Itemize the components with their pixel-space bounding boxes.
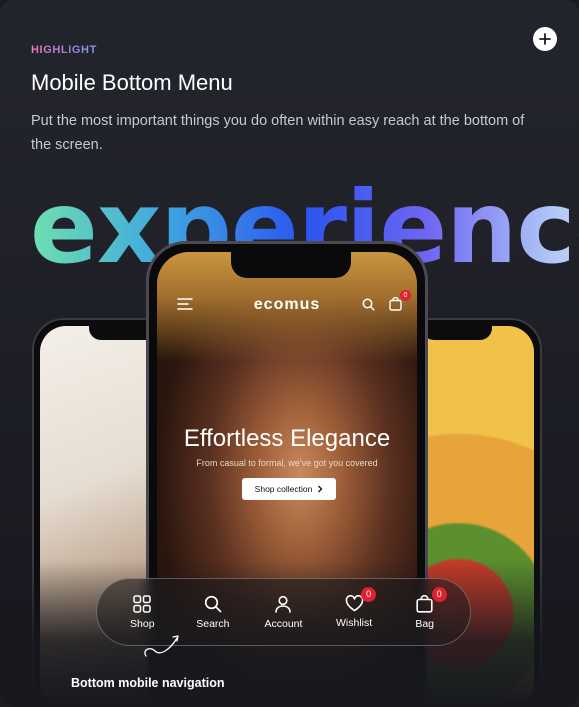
bag-icon[interactable]: [389, 297, 402, 311]
curved-arrow-icon: [144, 635, 179, 657]
hero-subtitle: From casual to formal, we've got you cov…: [196, 458, 378, 468]
bag-icon: [416, 594, 433, 613]
shop-collection-label: Shop collection: [254, 484, 313, 494]
cart-count-badge: 0: [400, 290, 411, 301]
nav-label: Wishlist: [335, 617, 373, 629]
grid-icon: [133, 594, 152, 613]
eyebrow-label: HIGHLIGHT: [31, 44, 97, 56]
nav-item-bag[interactable]: 0 Bag: [390, 586, 460, 630]
nav-label: Account: [264, 617, 303, 630]
phone-notch: [231, 252, 351, 278]
nav-item-search[interactable]: Search: [178, 595, 248, 630]
hero-title: Effortless Elegance: [183, 425, 391, 452]
chevron-right-icon: [318, 485, 323, 493]
card-description: Put the most important things you do oft…: [31, 113, 525, 153]
phone-notch: [422, 320, 492, 340]
nav-label: Bag: [415, 617, 435, 630]
nav-item-account[interactable]: Account: [248, 595, 318, 630]
nav-item-shop[interactable]: Shop: [107, 594, 177, 630]
search-icon[interactable]: [362, 298, 375, 311]
search-icon: [204, 595, 222, 612]
bag-count-badge: 0: [431, 586, 447, 602]
feature-card: HIGHLIGHT Mobile Bottom Menu Put the mos…: [0, 0, 579, 707]
wishlist-count-badge: 0: [361, 587, 377, 602]
nav-item-wishlist[interactable]: 0 Wishlist: [319, 587, 389, 629]
brand-logo[interactable]: ecomus: [157, 296, 417, 314]
plus-icon: [539, 33, 551, 45]
nav-label: Search: [196, 617, 230, 630]
shop-collection-button[interactable]: Shop collection: [242, 478, 336, 500]
caption-text: Bottom mobile navigation: [71, 676, 225, 690]
user-icon: [275, 595, 292, 613]
card-title: Mobile Bottom Menu: [31, 70, 233, 95]
expand-button[interactable]: [533, 27, 557, 51]
